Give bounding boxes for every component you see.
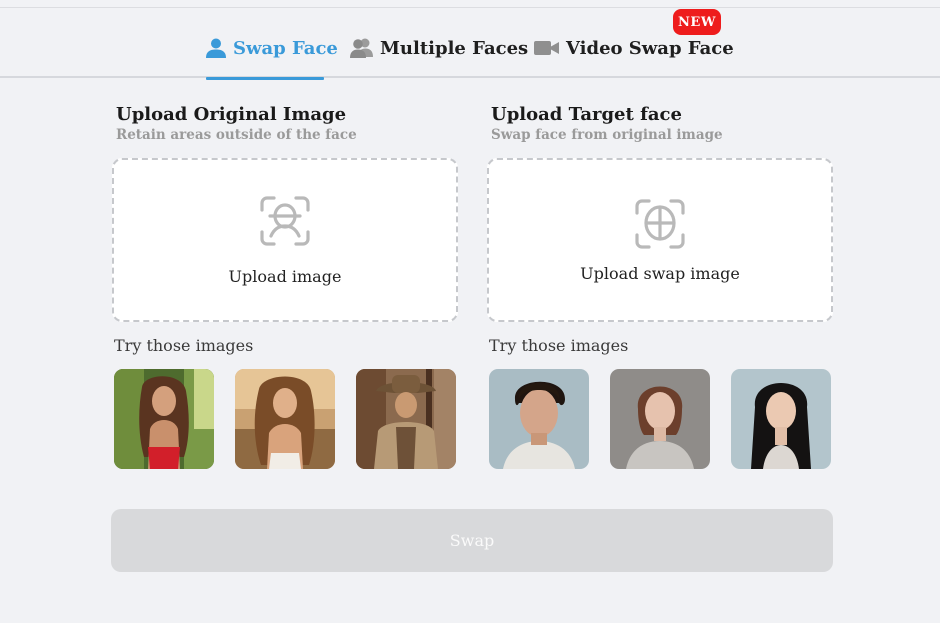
sample-images-original (114, 369, 458, 469)
person-icon (206, 38, 226, 58)
tab-video-swap-face[interactable]: Video Swap Face (533, 34, 734, 62)
tab-multiple-faces[interactable]: Multiple Faces (349, 34, 528, 62)
sample-image-woman-sweater[interactable] (610, 369, 710, 469)
group-icon (350, 38, 373, 58)
sample-image-woman-long-hair[interactable] (731, 369, 831, 469)
section-title: Upload Target face (491, 104, 682, 125)
tab-swap-face[interactable]: Swap Face (205, 34, 338, 62)
video-camera-icon (534, 41, 559, 55)
active-tab-indicator (206, 77, 324, 80)
face-scan-icon (260, 195, 310, 246)
try-images-label: Try those images (114, 336, 254, 355)
swap-button[interactable]: Swap (111, 509, 833, 572)
tab-label: Multiple Faces (380, 37, 529, 59)
original-image-section: Upload Original Image Retain areas outsi… (112, 104, 458, 469)
upload-image-label: Upload image (228, 266, 342, 286)
sample-image-man-curly-hair[interactable] (489, 369, 589, 469)
sample-image-woman-sunset[interactable] (235, 369, 335, 469)
upload-original-dropzone[interactable]: Upload image (112, 158, 458, 322)
tab-label: Swap Face (233, 37, 338, 59)
tab-label: Video Swap Face (566, 37, 734, 59)
upload-swap-image-label: Upload swap image (580, 263, 740, 283)
upload-target-dropzone[interactable]: Upload swap image (487, 158, 833, 322)
new-badge: NEW (673, 9, 721, 35)
section-subtitle: Swap face from original image (491, 127, 723, 143)
sample-image-cowboy[interactable] (356, 369, 456, 469)
section-title: Upload Original Image (116, 104, 347, 125)
sample-images-target (489, 369, 833, 469)
sample-image-woman-red-dress[interactable] (114, 369, 214, 469)
try-images-label: Try those images (489, 336, 629, 355)
target-face-section: Upload Target face Swap face from origin… (487, 104, 833, 469)
face-target-icon (635, 198, 685, 249)
tab-bar: Swap Face Multiple Faces Video Swap Face (0, 8, 940, 80)
section-subtitle: Retain areas outside of the face (116, 127, 357, 143)
